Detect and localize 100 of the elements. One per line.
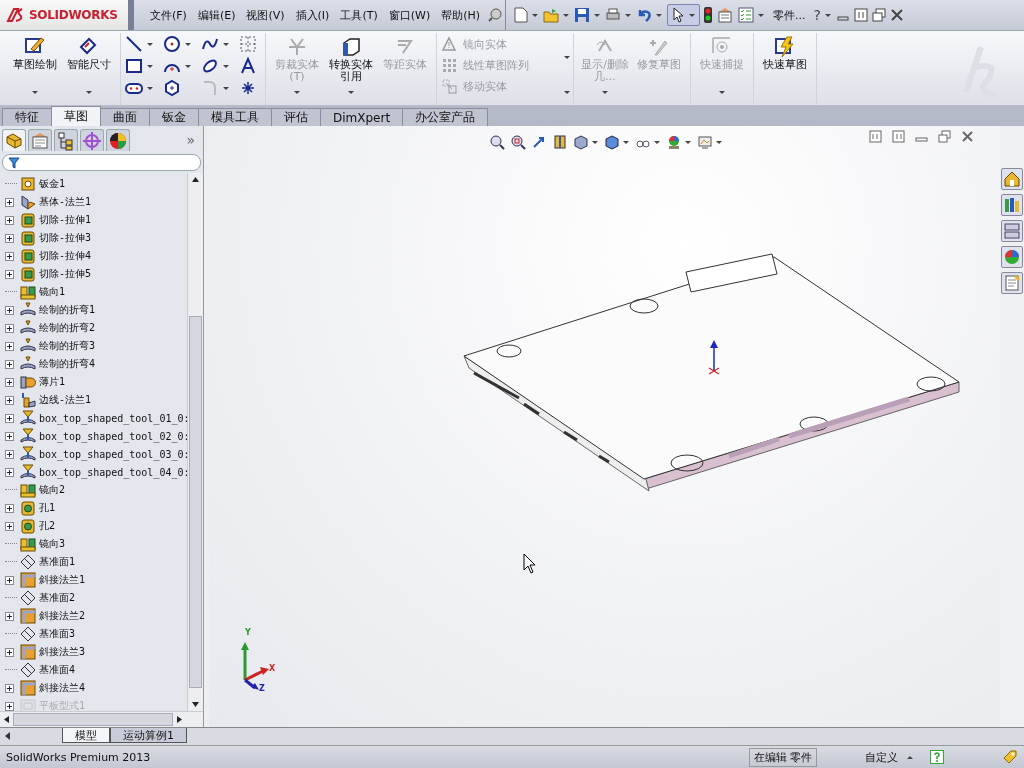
caret-icon[interactable] (184, 63, 192, 69)
options-icon[interactable] (716, 7, 735, 23)
feature-tree-item[interactable]: 基准面4 (0, 661, 187, 679)
command-tab[interactable]: 钣金 (149, 108, 199, 126)
feature-tree-item[interactable]: 镜向1 (0, 283, 187, 301)
filter-field[interactable] (2, 154, 201, 171)
new-document-icon[interactable] (512, 7, 529, 23)
help-button[interactable]: ? (813, 7, 821, 23)
feature-tree-item[interactable]: 斜接法兰2 (0, 607, 187, 625)
close-icon[interactable] (890, 8, 904, 22)
caret-icon[interactable] (146, 85, 154, 91)
feature-tree-item[interactable]: 切除-拉伸5 (0, 265, 187, 283)
caret-icon[interactable] (146, 63, 154, 69)
traffic-light-icon[interactable] (704, 7, 713, 23)
feature-tree-item[interactable]: 绘制的折弯1 (0, 301, 187, 319)
caret-icon[interactable] (562, 12, 571, 18)
feature-tree-item[interactable]: 边线-法兰1 (0, 391, 187, 409)
caret-icon[interactable] (593, 12, 602, 18)
command-tab[interactable]: 办公室产品 (402, 108, 489, 126)
appearance-icon[interactable] (666, 134, 682, 150)
caret-icon[interactable] (563, 90, 571, 95)
feature-tree-item[interactable]: 镜向2 (0, 481, 187, 499)
tag-icon[interactable] (1002, 749, 1018, 765)
feature-tree-item[interactable]: 基准面1 (0, 553, 187, 571)
tile-right-icon[interactable] (892, 130, 905, 143)
caret-icon[interactable] (824, 12, 832, 18)
line-icon[interactable] (125, 35, 143, 53)
help-icon[interactable] (930, 750, 944, 764)
display-style-icon[interactable] (604, 134, 620, 150)
graphics-area[interactable]: Y X Z (209, 126, 1000, 727)
command-tab[interactable]: 草图 (51, 106, 101, 126)
expand-button[interactable]: » (186, 132, 201, 148)
tile-left-icon[interactable] (869, 130, 882, 143)
zoom-area-icon[interactable] (510, 134, 526, 150)
feature-tree-item[interactable]: 基体-法兰1 (0, 193, 187, 211)
caret-icon[interactable] (715, 139, 723, 145)
rectangle-icon[interactable] (125, 57, 143, 75)
printer-icon[interactable] (605, 7, 622, 23)
section-view-icon[interactable] (552, 134, 568, 150)
caret-icon[interactable] (655, 12, 664, 18)
menu-item[interactable]: 插入(I) (291, 5, 334, 25)
model-tab[interactable]: 模型 (62, 728, 110, 743)
feature-tree-item[interactable]: box_top_shaped_tool_01_0: (0, 409, 187, 427)
feature-tree-item[interactable]: 孔1 (0, 499, 187, 517)
panel-tab[interactable] (54, 129, 78, 151)
library-icon[interactable] (1003, 196, 1021, 214)
feature-tree-item[interactable]: 切除-拉伸1 (0, 211, 187, 229)
previous-view-icon[interactable] (531, 134, 547, 150)
feature-tree-item[interactable]: 孔2 (0, 517, 187, 535)
ellipse-icon[interactable] (201, 57, 219, 75)
feature-tree-item[interactable]: 切除-拉伸4 (0, 247, 187, 265)
caret-icon[interactable] (146, 41, 154, 47)
horizontal-scrollbar[interactable] (0, 711, 203, 727)
caret-icon[interactable] (222, 63, 230, 69)
feature-tree-item[interactable]: 薄片1 (0, 373, 187, 391)
circle-icon[interactable] (163, 35, 181, 53)
command-tab[interactable]: 曲面 (100, 108, 150, 126)
feature-tree-item[interactable]: box_top_shaped_tool_03_0: (0, 445, 187, 463)
feature-tree-item[interactable]: 斜接法兰1 (0, 571, 187, 589)
caret-icon[interactable] (757, 12, 766, 18)
select-button[interactable] (667, 4, 701, 26)
feature-tree-item[interactable]: 绘制的折弯4 (0, 355, 187, 373)
feature-tree-item[interactable]: 斜接法兰4 (0, 679, 187, 697)
feature-tree-item[interactable]: 基准面3 (0, 625, 187, 643)
restore-icon[interactable] (872, 8, 886, 22)
custom-properties-icon[interactable] (1003, 274, 1021, 292)
panel-tab[interactable] (106, 129, 130, 151)
panel-tab[interactable] (2, 129, 26, 151)
command-tab[interactable]: DimXpert (320, 108, 404, 126)
feature-tree-item[interactable]: box_top_shaped_tool_04_0: (0, 463, 187, 481)
feature-tree-item[interactable]: box_top_shaped_tool_02_0: (0, 427, 187, 445)
view-orientation-icon[interactable] (573, 134, 589, 150)
scroll-thumb[interactable] (13, 713, 173, 726)
caret-up-icon[interactable] (906, 754, 914, 760)
point-icon[interactable] (239, 79, 257, 97)
text-a-icon[interactable] (239, 57, 257, 75)
model-tab[interactable]: 运动算例1 (110, 728, 187, 743)
command-tab[interactable]: 模具工具 (198, 108, 272, 126)
caret-icon[interactable] (222, 85, 230, 91)
caret-icon[interactable] (563, 55, 571, 60)
feature-tree-item[interactable]: 切除-拉伸3 (0, 229, 187, 247)
file-explorer-icon[interactable] (1003, 222, 1021, 240)
command-tab[interactable]: 评估 (271, 108, 321, 126)
close-icon[interactable] (961, 130, 974, 143)
feature-tree-item[interactable]: 钣金1 (0, 175, 187, 193)
menu-item[interactable]: 帮助(H) (437, 5, 485, 25)
scroll-thumb[interactable] (189, 316, 202, 688)
caret-icon[interactable] (622, 139, 630, 145)
ribbon-button[interactable]: 快速草图 (758, 33, 812, 99)
units-menu[interactable]: 自定义 (865, 749, 898, 765)
ribbon-button[interactable]: 智能尺寸 (62, 33, 116, 99)
restore-icon[interactable] (938, 130, 951, 143)
undo-icon[interactable] (636, 7, 653, 23)
caret-icon[interactable] (653, 139, 661, 145)
checklist-icon[interactable] (738, 7, 755, 23)
feature-tree-item[interactable]: 斜接法兰3 (0, 643, 187, 661)
save-icon[interactable] (574, 7, 591, 23)
tile-icon[interactable] (854, 8, 868, 22)
menu-item[interactable]: 窗口(W) (384, 5, 435, 25)
ribbon-button[interactable]: 转换实体引用 (324, 33, 378, 99)
